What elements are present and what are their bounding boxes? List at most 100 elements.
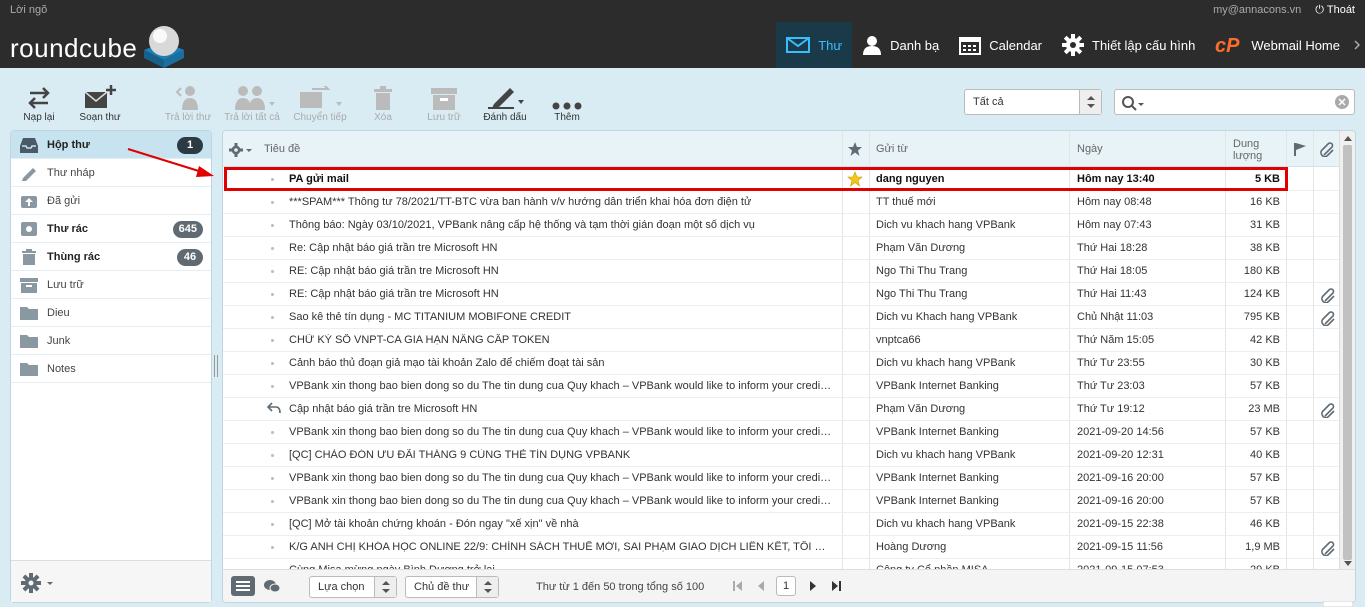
more-button[interactable]: Thêm — [550, 82, 584, 123]
attachment-icon[interactable] — [1320, 310, 1336, 329]
reply-all-icon — [235, 86, 275, 110]
clear-search-icon[interactable] — [1335, 95, 1349, 109]
mark-button[interactable]: Đánh dấu — [482, 82, 528, 123]
first-page-icon[interactable] — [733, 580, 743, 592]
message-row[interactable]: Re: Cập nhật báo giá trần tre Microsoft … — [223, 237, 1341, 260]
forward-button[interactable]: Chuyển tiếp — [290, 82, 350, 123]
status-dot-icon[interactable] — [271, 316, 274, 319]
list-scrollbar[interactable] — [1339, 131, 1355, 571]
more-tabs-icon[interactable] — [1353, 40, 1361, 50]
unread-count-badge: 46 — [177, 249, 203, 266]
sidebar-splitter[interactable] — [214, 355, 218, 377]
search-icon[interactable] — [1121, 95, 1145, 111]
message-sender: VPBank Internet Banking — [876, 426, 999, 438]
status-dot-icon[interactable] — [271, 385, 274, 388]
sidebar-item-folder[interactable]: Đã gửi — [11, 187, 211, 215]
search-input[interactable] — [1114, 89, 1355, 115]
status-dot-icon[interactable] — [271, 523, 274, 526]
sidebar-item-folder[interactable]: Notes — [11, 355, 211, 383]
tab-mail[interactable]: Thư — [776, 22, 853, 68]
tab-webmail-home[interactable]: cP Webmail Home — [1205, 22, 1350, 68]
highlight-box — [224, 167, 1288, 191]
attachment-icon[interactable] — [1320, 402, 1336, 421]
message-row[interactable]: VPBank xin thong bao bien dong so du The… — [223, 490, 1341, 513]
message-row[interactable]: VPBank xin thong bao bien dong so du The… — [223, 467, 1341, 490]
last-page-icon[interactable] — [831, 580, 841, 592]
reply-all-button[interactable]: Trả lời tất cả — [222, 82, 282, 123]
roundcube-logo[interactable]: roundcube — [10, 24, 190, 68]
status-dot-icon[interactable] — [271, 247, 274, 250]
status-dot-icon[interactable] — [271, 362, 274, 365]
message-date: Thứ Tư 23:03 — [1077, 380, 1145, 392]
size-column-header[interactable]: Dung lượng — [1233, 138, 1262, 162]
message-row[interactable]: Cập nhật báo giá trần tre Microsoft HN Ph… — [223, 398, 1341, 421]
status-dot-icon[interactable] — [271, 270, 274, 273]
attachment-icon[interactable] — [1320, 540, 1336, 559]
subject-column-header[interactable]: Tiêu đề — [264, 143, 300, 155]
delete-button[interactable]: Xóa — [370, 82, 396, 123]
message-row[interactable]: CHỮ KÝ SỐ VNPT-CA GIA HẠN NÂNG CẤP TOKEN… — [223, 329, 1341, 352]
compose-button[interactable]: Soạn thư — [78, 82, 122, 123]
tab-calendar[interactable]: Calendar — [949, 22, 1052, 68]
list-options-icon[interactable] — [229, 143, 253, 157]
from-column-header[interactable]: Gửi từ — [876, 143, 908, 155]
sidebar-item-folder[interactable]: Junk — [11, 327, 211, 355]
threads-dropdown[interactable]: Chủ đề thư — [405, 576, 499, 598]
sidebar-item-folder[interactable]: Thư nháp — [11, 159, 211, 187]
refresh-button[interactable]: Nạp lại — [22, 82, 56, 123]
sidebar-item-folder[interactable]: Thư rác 645 — [11, 215, 211, 243]
status-dot-icon[interactable] — [271, 477, 274, 480]
threads-view-icon[interactable] — [263, 578, 281, 594]
scroll-down-icon[interactable] — [1343, 560, 1353, 568]
status-dot-icon[interactable] — [271, 546, 274, 549]
folder-name: Thùng rác — [47, 251, 101, 263]
flag-star-column-icon[interactable] — [847, 141, 863, 157]
sidebar-item-folder[interactable]: Hộp thư 1 — [11, 131, 211, 159]
message-row[interactable]: Cảnh báo thủ đoạn giả mạo tài khoản Zalo… — [223, 352, 1341, 375]
archive-button[interactable]: Lưu trữ — [426, 82, 462, 123]
attachment-icon[interactable] — [1320, 287, 1336, 306]
reply-button[interactable]: Trả lời thư — [163, 82, 213, 123]
message-row[interactable]: [QC] Mở tài khoản chứng khoán - Đón ngay… — [223, 513, 1341, 536]
status-dot-icon[interactable] — [271, 431, 274, 434]
message-row[interactable]: VPBank xin thong bao bien dong so du The… — [223, 421, 1341, 444]
message-row[interactable]: RE: Cập nhật báo giá trần tre Microsoft … — [223, 260, 1341, 283]
tab-contacts[interactable]: Danh bạ — [852, 22, 949, 68]
message-row[interactable]: VPBank xin thong bao bien dong so du The… — [223, 375, 1341, 398]
status-dot-icon[interactable] — [271, 454, 274, 457]
attachment-column-icon[interactable] — [1319, 141, 1335, 157]
next-page-icon[interactable] — [809, 580, 817, 592]
select-dropdown[interactable]: Lựa chọn — [309, 576, 397, 598]
status-dot-icon[interactable] — [271, 224, 274, 227]
message-sender: Phạm Văn Dương — [876, 242, 966, 254]
message-row[interactable]: Thông báo: Ngày 03/10/2021, VPBank nâng … — [223, 214, 1341, 237]
status-dot-icon[interactable] — [271, 339, 274, 342]
folder-settings-icon[interactable] — [21, 573, 55, 593]
sidebar-item-folder[interactable]: Dieu — [11, 299, 211, 327]
sidebar-item-folder[interactable]: Lưu trữ — [11, 271, 211, 299]
previous-page-icon[interactable] — [757, 580, 765, 592]
sidebar-item-folder[interactable]: Thùng rác 46 — [11, 243, 211, 271]
filter-select[interactable]: Tất cả — [964, 89, 1102, 115]
scroll-up-icon[interactable] — [1343, 134, 1353, 142]
logout-link[interactable]: ⏻ Thoát — [1315, 4, 1355, 17]
message-row[interactable]: K/G ANH CHỊ KHÓA HỌC ONLINE 22/9: CHÍNH … — [223, 536, 1341, 559]
date-column-header[interactable]: Ngày — [1077, 143, 1103, 155]
message-row[interactable]: ***SPAM*** Thông tư 78/2021/TT-BTC vừa b… — [223, 191, 1341, 214]
message-row[interactable]: RE: Cập nhật báo giá trần tre Microsoft … — [223, 283, 1341, 306]
brand-name: roundcube — [10, 33, 138, 63]
status-dot-icon[interactable] — [271, 500, 274, 503]
mark-pen-icon — [488, 88, 524, 109]
tab-settings[interactable]: Thiết lập cấu hình — [1052, 22, 1205, 68]
reply-all-label: Trả lời tất cả — [224, 112, 280, 123]
status-dot-icon[interactable] — [271, 201, 274, 204]
flag-column-icon[interactable] — [1293, 142, 1307, 156]
message-date: Chủ Nhật 11:03 — [1077, 311, 1154, 323]
status-dot-icon[interactable] — [271, 293, 274, 296]
page-number-input[interactable]: 1 — [776, 576, 796, 596]
scrollbar-thumb[interactable] — [1343, 145, 1352, 560]
message-row[interactable]: Sao kê thẻ tín dụng - MC TITANIUM MOBIFO… — [223, 306, 1341, 329]
user-email: my@annacons.vn — [1213, 4, 1302, 16]
list-view-icon[interactable] — [231, 576, 255, 596]
message-row[interactable]: [QC] CHÀO ĐÓN ƯU ĐÃI THÁNG 9 CÙNG THẺ TÍ… — [223, 444, 1341, 467]
